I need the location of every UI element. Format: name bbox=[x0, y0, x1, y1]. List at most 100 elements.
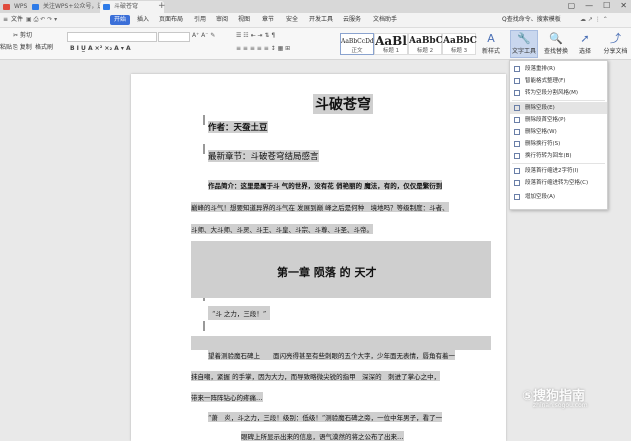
find-replace-button[interactable]: 🔍 查找替换 bbox=[540, 31, 572, 55]
close-icon[interactable]: ✕ bbox=[620, 1, 627, 10]
font-size-select[interactable] bbox=[158, 32, 190, 42]
intro-line: 巅峰的斗气！想要知道异界的斗气在 发展到巅 峰之后是何种 境地吗？等级制度：斗者… bbox=[191, 202, 449, 212]
menu-developer[interactable]: 开发工具 bbox=[309, 15, 333, 25]
command-search[interactable]: Q查找命令、搜索模板 bbox=[502, 15, 561, 25]
delete-space-icon bbox=[514, 117, 520, 123]
add-paragraph-icon bbox=[514, 194, 520, 200]
font-name-select[interactable] bbox=[67, 32, 157, 42]
style-name: 正文 bbox=[351, 48, 363, 54]
format-icon bbox=[514, 78, 520, 84]
menu-review[interactable]: 审阅 bbox=[216, 15, 228, 25]
menu-item-empty-para-style[interactable]: 转为空段分割风格(M) bbox=[510, 87, 607, 99]
menu-cloud[interactable]: 云服务 bbox=[343, 15, 361, 25]
style-heading-2[interactable]: AaBbC 标题 2 bbox=[408, 33, 443, 55]
menu-chapter[interactable]: 章节 bbox=[262, 15, 274, 25]
font-format-icons[interactable]: B I U̲ A ×² ×₂ A ▾ A bbox=[70, 44, 131, 53]
paragraph-align-icons[interactable]: ≡ ≡ ≡ ≡ ≡ ↕ ▦ ⊞ bbox=[236, 44, 290, 53]
convert-icon bbox=[514, 90, 520, 96]
format-painter-button[interactable]: 格式刷 bbox=[35, 43, 53, 52]
document-icon bbox=[103, 4, 110, 10]
menu-security[interactable]: 安全 bbox=[286, 15, 298, 25]
document-page[interactable]: 斗破苍穹 作者：天蚕土豆 最新章节：斗破苍穹结局感言 作品简介：这里是属于斗 气… bbox=[131, 74, 506, 441]
document-icon bbox=[32, 4, 39, 10]
select-button[interactable]: ➚ 选择 bbox=[574, 31, 596, 55]
intro-line: 作品简介：这里是属于斗 气的世界，没有花 俏艳丽的 魔法，有的，仅仅是繁衍到 bbox=[208, 180, 443, 190]
menu-item-label: 换行符转为回车(B) bbox=[525, 153, 572, 159]
new-tab-button[interactable]: + bbox=[158, 0, 166, 12]
quick-access-icons[interactable]: ▣ ⎙ ↶ ↷ ▾ bbox=[26, 15, 57, 25]
menu-item-label: 段落重排(R) bbox=[525, 66, 556, 72]
tab-label: 斗破苍穹 bbox=[114, 3, 139, 10]
menu-item-label: 段落首行缩进转为空格(C) bbox=[525, 180, 589, 186]
tab-document[interactable]: 斗破苍穹 bbox=[100, 1, 164, 13]
menu-item-delete-leading-spaces[interactable]: 删除段首空格(P) bbox=[510, 114, 607, 126]
wrench-icon: 🔧 bbox=[517, 32, 531, 45]
menu-item-linebreak-to-enter[interactable]: 换行符转为回车(B) bbox=[510, 150, 607, 162]
enter-icon bbox=[514, 153, 520, 159]
menu-item-delete-spaces[interactable]: 删除空格(W) bbox=[510, 126, 607, 138]
menu-item-first-line-indent[interactable]: 段落首行缩进2字符(I) bbox=[510, 165, 607, 177]
menu-bar: ≡ 文件 ▣ ⎙ ↶ ↷ ▾ 开始 插入 页面布局 引用 审阅 视图 章节 安全… bbox=[0, 13, 631, 28]
menu-item-delete-line-breaks[interactable]: 删除换行符(S) bbox=[510, 138, 607, 150]
font-size-adjust-icons[interactable]: A⁺ A⁻ ✎ bbox=[192, 31, 215, 40]
copy-label: 复制 bbox=[19, 44, 32, 51]
cut-button[interactable]: ✂ 剪切 bbox=[13, 31, 32, 40]
wps-logo-icon bbox=[3, 4, 10, 10]
menu-item-label: 删除段首空格(P) bbox=[525, 117, 566, 123]
text-tools-dropdown: 段落重排(R) 智能格式整理(F) 转为空段分割风格(M) 删除空段(E) 删除… bbox=[509, 60, 608, 210]
paste-button[interactable]: 粘贴 bbox=[0, 43, 12, 52]
menu-insert[interactable]: 插入 bbox=[137, 15, 149, 25]
style-heading-3[interactable]: AaBbC 标题 3 bbox=[442, 33, 477, 55]
window-buttons: ▢ — ☐ ✕ bbox=[568, 1, 627, 10]
new-style-button[interactable]: A 新样式 bbox=[478, 31, 504, 55]
hamburger-icon[interactable]: ≡ bbox=[3, 15, 8, 25]
latest-chapter-line: 最新章节：斗破苍穹结局感言 bbox=[208, 150, 319, 162]
paragraph-line: 抹自嘲，紧握 的手掌，因为大力，而导致略微尖锐的指甲 深深的 刺进了掌心之中， bbox=[191, 371, 441, 381]
share-icon: ⤴ bbox=[610, 32, 621, 45]
cursor-icon: ➚ bbox=[580, 32, 590, 45]
menu-item-paragraph-reflow[interactable]: 段落重排(R) bbox=[510, 63, 607, 75]
menu-item-add-empty-paragraph[interactable]: 增加空段(A) bbox=[510, 191, 607, 203]
menu-item-label: 删除换行符(S) bbox=[525, 141, 561, 147]
chapter-title: 第一章 陨落 的 天才 bbox=[277, 266, 377, 279]
menu-file[interactable]: 文件 bbox=[11, 15, 23, 25]
style-name: 标题 2 bbox=[416, 48, 434, 54]
restore-icon[interactable]: ▢ bbox=[568, 1, 576, 10]
new-style-label: 新样式 bbox=[481, 48, 500, 55]
maximize-icon[interactable]: ☐ bbox=[603, 1, 610, 10]
text-tools-button[interactable]: 🔧 文字工具 bbox=[510, 30, 538, 58]
sogou-logo-icon: ⑤ bbox=[522, 389, 534, 404]
menu-item-label: 增加空段(A) bbox=[525, 194, 556, 200]
style-heading-1[interactable]: AaBl 标题 1 bbox=[374, 33, 408, 55]
paragraph-list-icons[interactable]: ☰ ☷ ⇤ ⇥ ⇅ ¶ bbox=[236, 31, 275, 40]
copy-button[interactable]: ⎘ 复制 bbox=[13, 43, 32, 52]
paragraph-line: 眼碑上所显示出来的信息，语气漠然的将之公布了出来… bbox=[241, 431, 404, 441]
menu-item-smart-format[interactable]: 智能格式整理(F) bbox=[510, 75, 607, 87]
menu-item-indent-to-spaces[interactable]: 段落首行缩进转为空格(C) bbox=[510, 177, 607, 189]
new-style-icon: A bbox=[487, 32, 495, 45]
paragraph-icon bbox=[514, 66, 520, 72]
find-replace-label: 查找替换 bbox=[543, 48, 568, 55]
menu-doc-assistant[interactable]: 文档助手 bbox=[373, 15, 397, 25]
menu-start[interactable]: 开始 bbox=[110, 15, 131, 25]
menu-references[interactable]: 引用 bbox=[194, 15, 206, 25]
paragraph-marker bbox=[203, 144, 205, 154]
indent-icon bbox=[514, 168, 520, 174]
share-button[interactable]: ⤴ 分享文档 bbox=[600, 31, 631, 55]
author-line: 作者：天蚕土豆 bbox=[208, 121, 268, 133]
toolbar-extra-icons[interactable]: ☁ ↗ ⋮ ⌃ bbox=[580, 15, 608, 25]
style-normal[interactable]: AaBbCcDd 正文 bbox=[340, 33, 374, 55]
document-title: 斗破苍穹 bbox=[313, 94, 373, 114]
menu-item-delete-empty-paragraphs[interactable]: 删除空段(E) bbox=[510, 102, 607, 114]
delete-linebreak-icon bbox=[514, 141, 520, 147]
indent-icon bbox=[514, 180, 520, 186]
menu-separator bbox=[512, 163, 605, 164]
minimize-icon[interactable]: — bbox=[585, 1, 593, 10]
paragraph-marker bbox=[203, 115, 205, 125]
menu-item-label: 删除空格(W) bbox=[525, 129, 557, 135]
paragraph-line: “萧 炎，斗之力，三段！级别：低级！”测验魔石碑之旁，一位中年男子，看了一 bbox=[208, 412, 443, 422]
style-name: 标题 1 bbox=[382, 48, 400, 54]
menu-page-layout[interactable]: 页面布局 bbox=[159, 15, 183, 25]
delete-paragraph-icon bbox=[514, 105, 520, 111]
menu-view[interactable]: 视图 bbox=[238, 15, 250, 25]
